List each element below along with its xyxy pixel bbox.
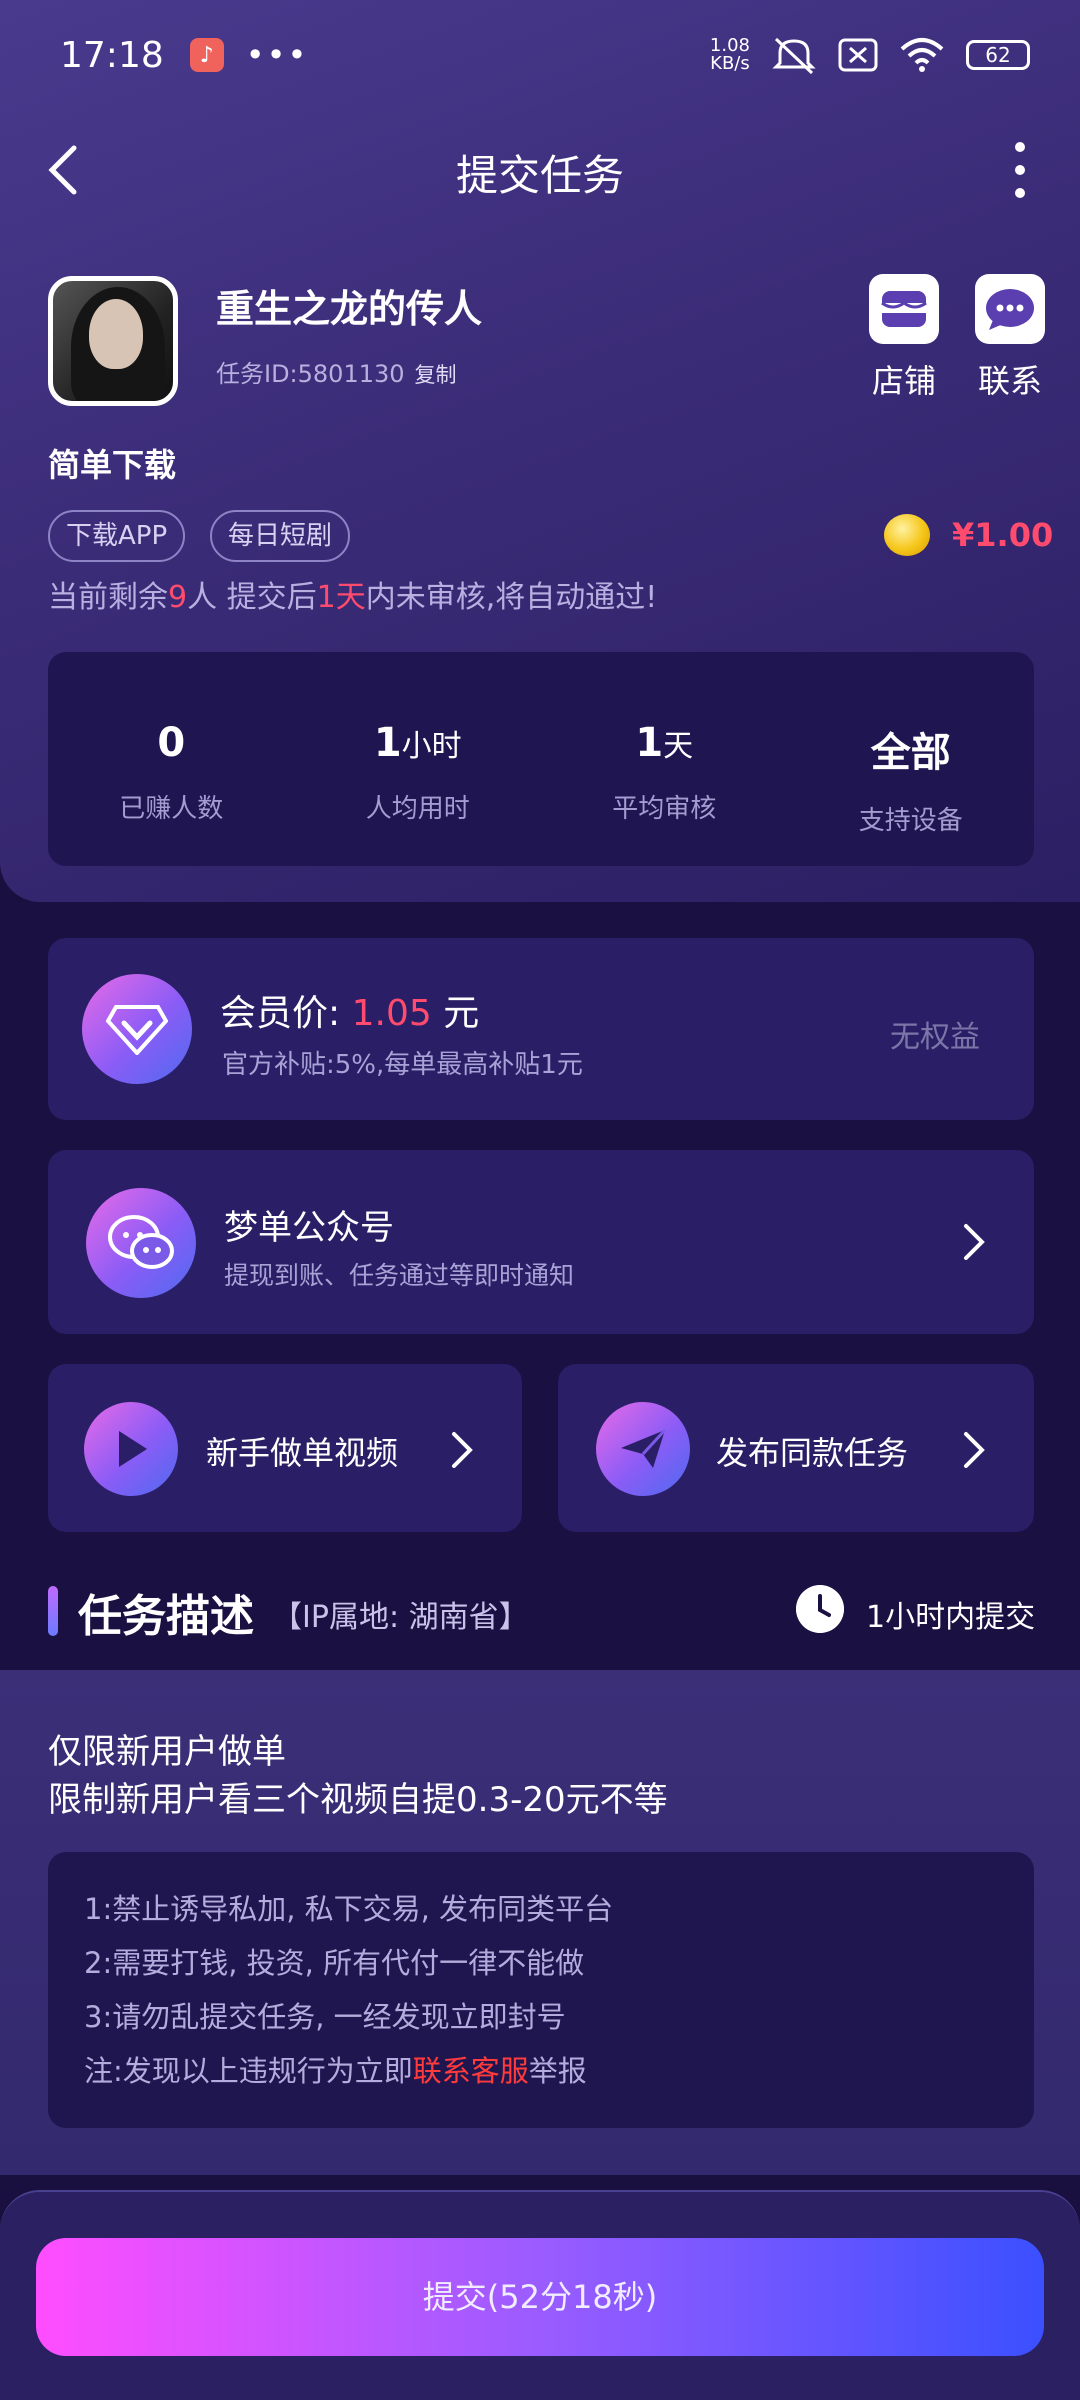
remaining-info: 当前剩余9人 提交后1天内未审核,将自动通过! [48,580,658,615]
rule-note: 注:发现以上违规行为立即联系客服举报 [84,2054,587,2088]
play-icon [84,1402,178,1496]
clock-icon [796,1585,844,1633]
publish-same-task-label: 发布同款任务 [716,1434,909,1472]
shop-icon [869,274,939,344]
copy-id-button[interactable]: 复制 [415,363,457,387]
page-title: 提交任务 [455,151,624,200]
diamond-icon [82,974,192,1084]
wechat-title: 梦单公众号 [224,1208,394,1248]
wifi-icon [900,38,944,72]
no-sim-icon [838,38,878,72]
more-menu-icon[interactable] [1010,142,1030,198]
mute-icon [772,37,816,75]
more-notifications-icon: ••• [245,36,309,74]
wechat-icon [86,1188,196,1298]
chat-icon [975,274,1045,344]
submit-button[interactable]: 提交(52分18秒) [36,2238,1044,2356]
vip-status: 无权益 [890,1020,980,1055]
description-line-1: 仅限新用户做单 [48,1732,286,1772]
vip-price: 会员价: 1.05 元 [220,993,480,1034]
task-subtitle: 简单下载 [48,446,177,484]
wechat-subtitle: 提现到账、任务通过等即时通知 [224,1261,575,1290]
stat-earned-count: 0 已赚人数 [119,720,224,824]
status-bar: 17:18 ♪ ••• 1.08 KB/s 62 [60,30,1030,80]
stat-avg-review: 1天 平均审核 [612,720,717,824]
rule-item: 2:需要打钱, 投资, 所有代付一律不能做 [84,1946,585,1980]
tag-daily-drama: 每日短剧 [210,510,351,562]
task-stats-panel: 0 已赚人数 1小时 人均用时 1天 平均审核 全部 支持设备 [48,652,1034,866]
ip-location: 【IP属地: 湖南省】 [272,1600,529,1635]
rules-box: 1:禁止诱导私加, 私下交易, 发布同类平台 2:需要打钱, 投资, 所有代付一… [48,1852,1034,2128]
chevron-right-icon [452,1432,473,1468]
rule-item: 1:禁止诱导私加, 私下交易, 发布同类平台 [84,1892,614,1926]
contact-button[interactable]: 联系 [970,274,1050,402]
music-app-icon: ♪ [189,38,224,72]
network-speed: 1.08 KB/s [709,35,750,74]
section-title: 任务描述 [78,1591,254,1642]
chevron-right-icon [964,1432,985,1468]
section-accent-bar [48,1586,58,1636]
vip-price-card[interactable] [48,938,1034,1120]
tutorial-video-label: 新手做单视频 [206,1434,399,1472]
coin-icon [884,514,930,556]
task-name: 重生之龙的传人 [216,287,483,331]
chevron-right-icon [964,1224,985,1260]
tag-download-app: 下载APP [48,510,186,562]
vip-subsidy-note: 官方补贴:5%,每单最高补贴1元 [222,1050,583,1080]
shop-button[interactable]: 店铺 [864,274,944,402]
stat-devices: 全部 支持设备 [858,730,963,836]
task-avatar [48,276,178,406]
battery-indicator: 62 [966,40,1030,70]
rule-item: 3:请勿乱提交任务, 一经发现立即封号 [84,2000,566,2034]
task-id: 任务ID:5801130 复制 [216,360,457,388]
description-line-2: 限制新用户看三个视频自提0.3-20元不等 [48,1780,668,1820]
task-price: ¥1.00 [952,516,1054,554]
send-icon [596,1402,690,1496]
stat-avg-time: 1小时 人均用时 [365,720,470,824]
contact-support-link[interactable]: 联系客服 [413,2054,529,2088]
submit-deadline: 1小时内提交 [866,1600,1036,1635]
status-time: 17:18 [60,34,164,76]
